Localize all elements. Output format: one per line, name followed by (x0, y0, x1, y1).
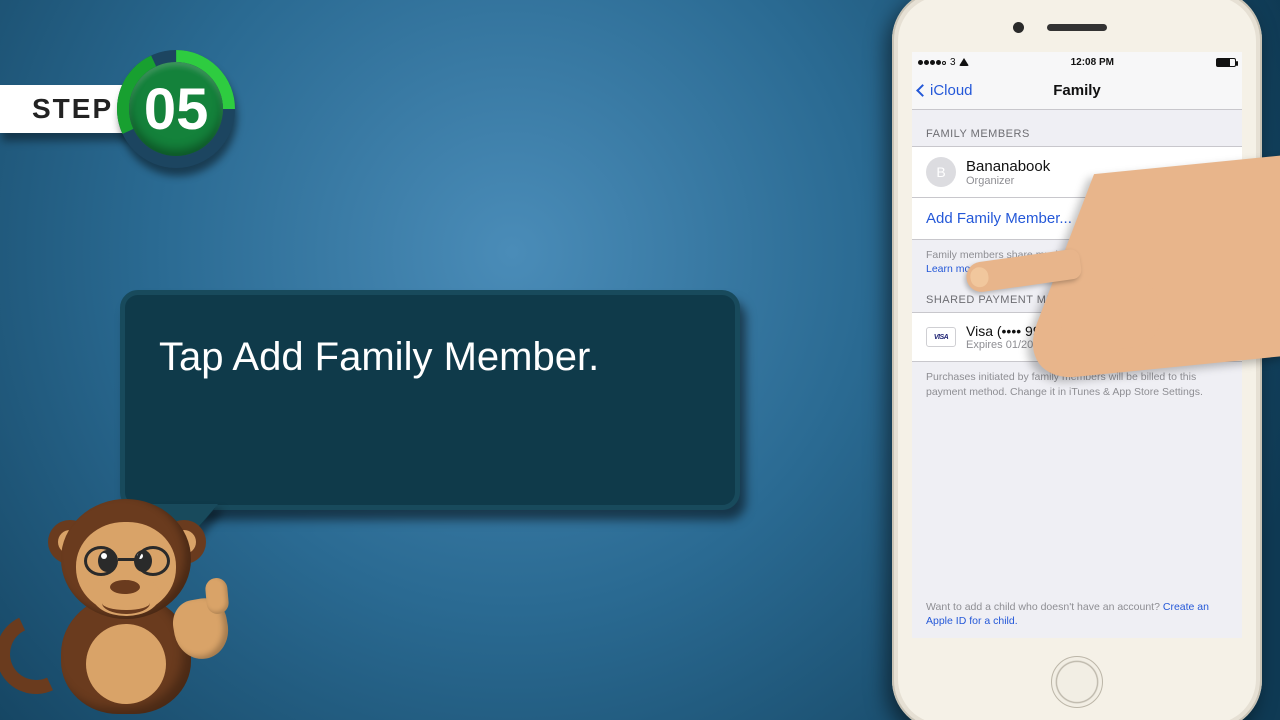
child-account-note: Want to add a child who doesn't have an … (926, 600, 1228, 628)
avatar: B (926, 157, 956, 187)
member-role: Organizer (966, 175, 1050, 187)
card-expiry: Expires 01/2017 (966, 339, 1061, 351)
payment-footer: Purchases initiated by family members wi… (912, 362, 1242, 398)
iphone-device: 3 12:08 PM iCloud Family FAMILY MEMBERS (892, 0, 1262, 720)
monkey-mascot (6, 464, 246, 714)
section-header-family: FAMILY MEMBERS (912, 110, 1242, 146)
wifi-icon (959, 58, 969, 66)
back-button[interactable]: iCloud (918, 72, 973, 109)
card-name: Visa (•••• 9999) (966, 323, 1061, 339)
signal-icon (918, 57, 947, 68)
family-footer: Family members share music, movies, apps… (912, 240, 1242, 276)
instruction-text: Tap Add Family Member. (159, 335, 599, 379)
step-badge: STEP 05 (0, 50, 235, 168)
family-member-row[interactable]: B Bananabook Organizer (912, 146, 1242, 198)
nav-title: Family (1053, 82, 1101, 99)
home-button[interactable] (1051, 656, 1103, 708)
step-number-circle: 05 (117, 50, 235, 168)
phone-speaker (1047, 24, 1107, 31)
status-time: 12:08 PM (1071, 57, 1114, 68)
carrier-label: 3 (950, 57, 956, 68)
phone-screen: 3 12:08 PM iCloud Family FAMILY MEMBERS (912, 52, 1242, 638)
chevron-left-icon (916, 84, 929, 97)
payment-method-row[interactable]: VISA Visa (•••• 9999) Expires 01/2017 (912, 312, 1242, 362)
member-name: Bananabook (966, 158, 1050, 175)
learn-more-link[interactable]: Learn more... (926, 263, 988, 275)
step-number: 05 (129, 62, 223, 156)
status-bar: 3 12:08 PM (912, 52, 1242, 72)
nav-bar: iCloud Family (912, 72, 1242, 110)
add-family-member-button[interactable]: Add Family Member... (912, 198, 1242, 240)
back-label: iCloud (930, 82, 973, 99)
phone-camera (1013, 22, 1024, 33)
battery-icon (1216, 58, 1236, 67)
visa-icon: VISA (926, 327, 956, 347)
section-header-payment: SHARED PAYMENT METHOD (912, 276, 1242, 312)
